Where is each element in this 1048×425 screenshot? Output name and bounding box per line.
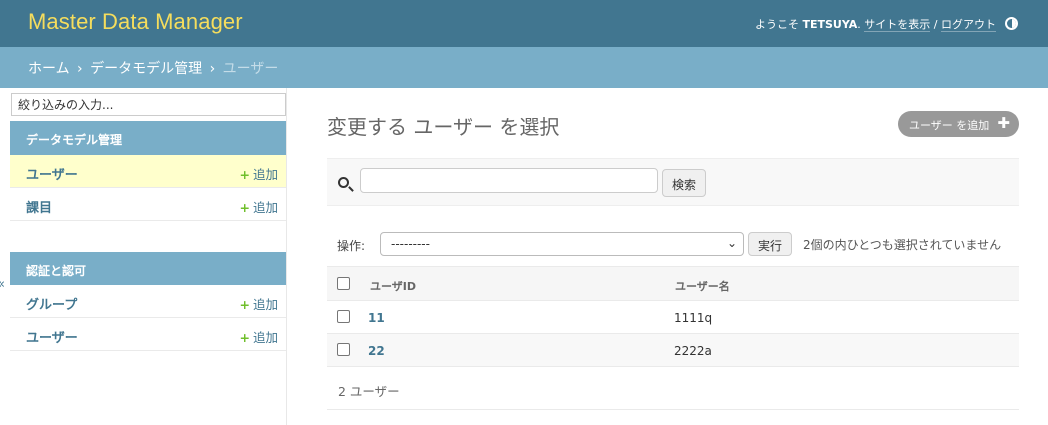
row-checkbox[interactable]: [337, 343, 350, 356]
add-link-label: 追加: [252, 200, 278, 215]
theme-toggle-icon[interactable]: [1005, 17, 1018, 30]
run-action-button[interactable]: 実行: [748, 232, 792, 256]
selection-counter: 2個の内ひとつも選択されていません: [803, 238, 1002, 252]
header: Master Data Manager ようこそ TETSUYA. サイトを表示…: [0, 0, 1048, 47]
breadcrumb-app[interactable]: データモデル管理: [90, 61, 202, 77]
paginator: 2 ユーザー: [327, 367, 1019, 410]
sidebar-item-subjects[interactable]: 課目 + 追加: [10, 188, 286, 221]
row-checkbox[interactable]: [337, 310, 350, 323]
sidebar-add-link[interactable]: + 追加: [240, 294, 279, 313]
search-toolbar: 検索: [327, 158, 1019, 206]
search-button[interactable]: 検索: [662, 169, 706, 197]
column-header-user-id[interactable]: ユーザID: [370, 278, 416, 294]
add-icon: +: [239, 167, 250, 182]
table-header: ユーザID ユーザー名: [327, 266, 1019, 301]
breadcrumb-separator: ›: [209, 61, 216, 77]
user-tools-divider: /: [933, 18, 938, 31]
site-brand[interactable]: Master Data Manager: [28, 9, 243, 35]
username-period: .: [857, 18, 861, 31]
add-icon: +: [239, 297, 250, 312]
search-icon: [338, 177, 349, 188]
plus-icon: ✚: [997, 114, 1010, 132]
sidebar-item-auth-users[interactable]: ユーザー + 追加: [10, 318, 286, 351]
logout-link[interactable]: ログアウト: [941, 18, 996, 32]
breadcrumb-home[interactable]: ホーム: [28, 61, 70, 77]
action-select-value: ---------: [391, 237, 430, 251]
page-title: 変更する ユーザー を選択: [327, 115, 560, 139]
search-input[interactable]: [360, 168, 658, 193]
table-row: 22 2222a: [327, 334, 1019, 367]
column-header-username[interactable]: ユーザー名: [675, 278, 730, 294]
sidebar-item-label[interactable]: 課目: [26, 197, 52, 216]
add-link-label: 追加: [252, 297, 278, 312]
add-user-button-label: ユーザー を追加: [909, 119, 990, 132]
add-icon: +: [239, 330, 250, 345]
sidebar: データモデル管理 ユーザー +追加 課目 +追加 認証と認可 グループ +追加 …: [10, 88, 287, 425]
user-tools: ようこそ TETSUYA. サイトを表示 / ログアウト: [755, 16, 996, 32]
add-user-button[interactable]: ユーザー を追加 ✚: [898, 111, 1019, 137]
username: TETSUYA: [802, 18, 858, 31]
row-username: 1111q: [674, 311, 713, 325]
add-icon: +: [239, 200, 250, 215]
sidebar-item-groups[interactable]: グループ + 追加: [10, 285, 286, 318]
row-username: 2222a: [674, 344, 712, 358]
sidebar-toggle-button[interactable]: «: [0, 277, 5, 292]
sidebar-app-caption[interactable]: データモデル管理: [10, 121, 286, 155]
sidebar-item-users[interactable]: ユーザー + 追加: [10, 155, 286, 188]
sidebar-add-link[interactable]: + 追加: [240, 327, 279, 346]
breadcrumb-current: ユーザー: [222, 61, 279, 77]
table-row: 11 1111q: [327, 301, 1019, 334]
welcome-text: ようこそ: [754, 18, 799, 31]
sidebar-filter-input[interactable]: [11, 93, 286, 116]
sidebar-item-label[interactable]: ユーザー: [26, 327, 78, 346]
row-user-id-link[interactable]: 11: [368, 311, 385, 325]
chevron-down-icon: ⌄: [726, 236, 737, 250]
select-all-checkbox[interactable]: [337, 277, 350, 290]
add-link-label: 追加: [252, 167, 278, 182]
breadcrumb-separator: ›: [77, 61, 83, 77]
sidebar-item-label[interactable]: ユーザー: [26, 164, 78, 183]
action-select[interactable]: --------- ⌄: [380, 232, 744, 256]
row-user-id-link[interactable]: 22: [368, 344, 385, 358]
sidebar-add-link[interactable]: + 追加: [240, 164, 279, 183]
sidebar-app-caption[interactable]: 認証と認可: [10, 252, 286, 286]
sidebar-item-label[interactable]: グループ: [26, 294, 77, 313]
sidebar-add-link[interactable]: + 追加: [240, 197, 279, 216]
view-site-link[interactable]: サイトを表示: [864, 18, 931, 32]
add-link-label: 追加: [252, 330, 278, 345]
breadcrumb: ホーム › データモデル管理 › ユーザー: [0, 47, 1048, 88]
action-label: 操作:: [337, 239, 366, 253]
